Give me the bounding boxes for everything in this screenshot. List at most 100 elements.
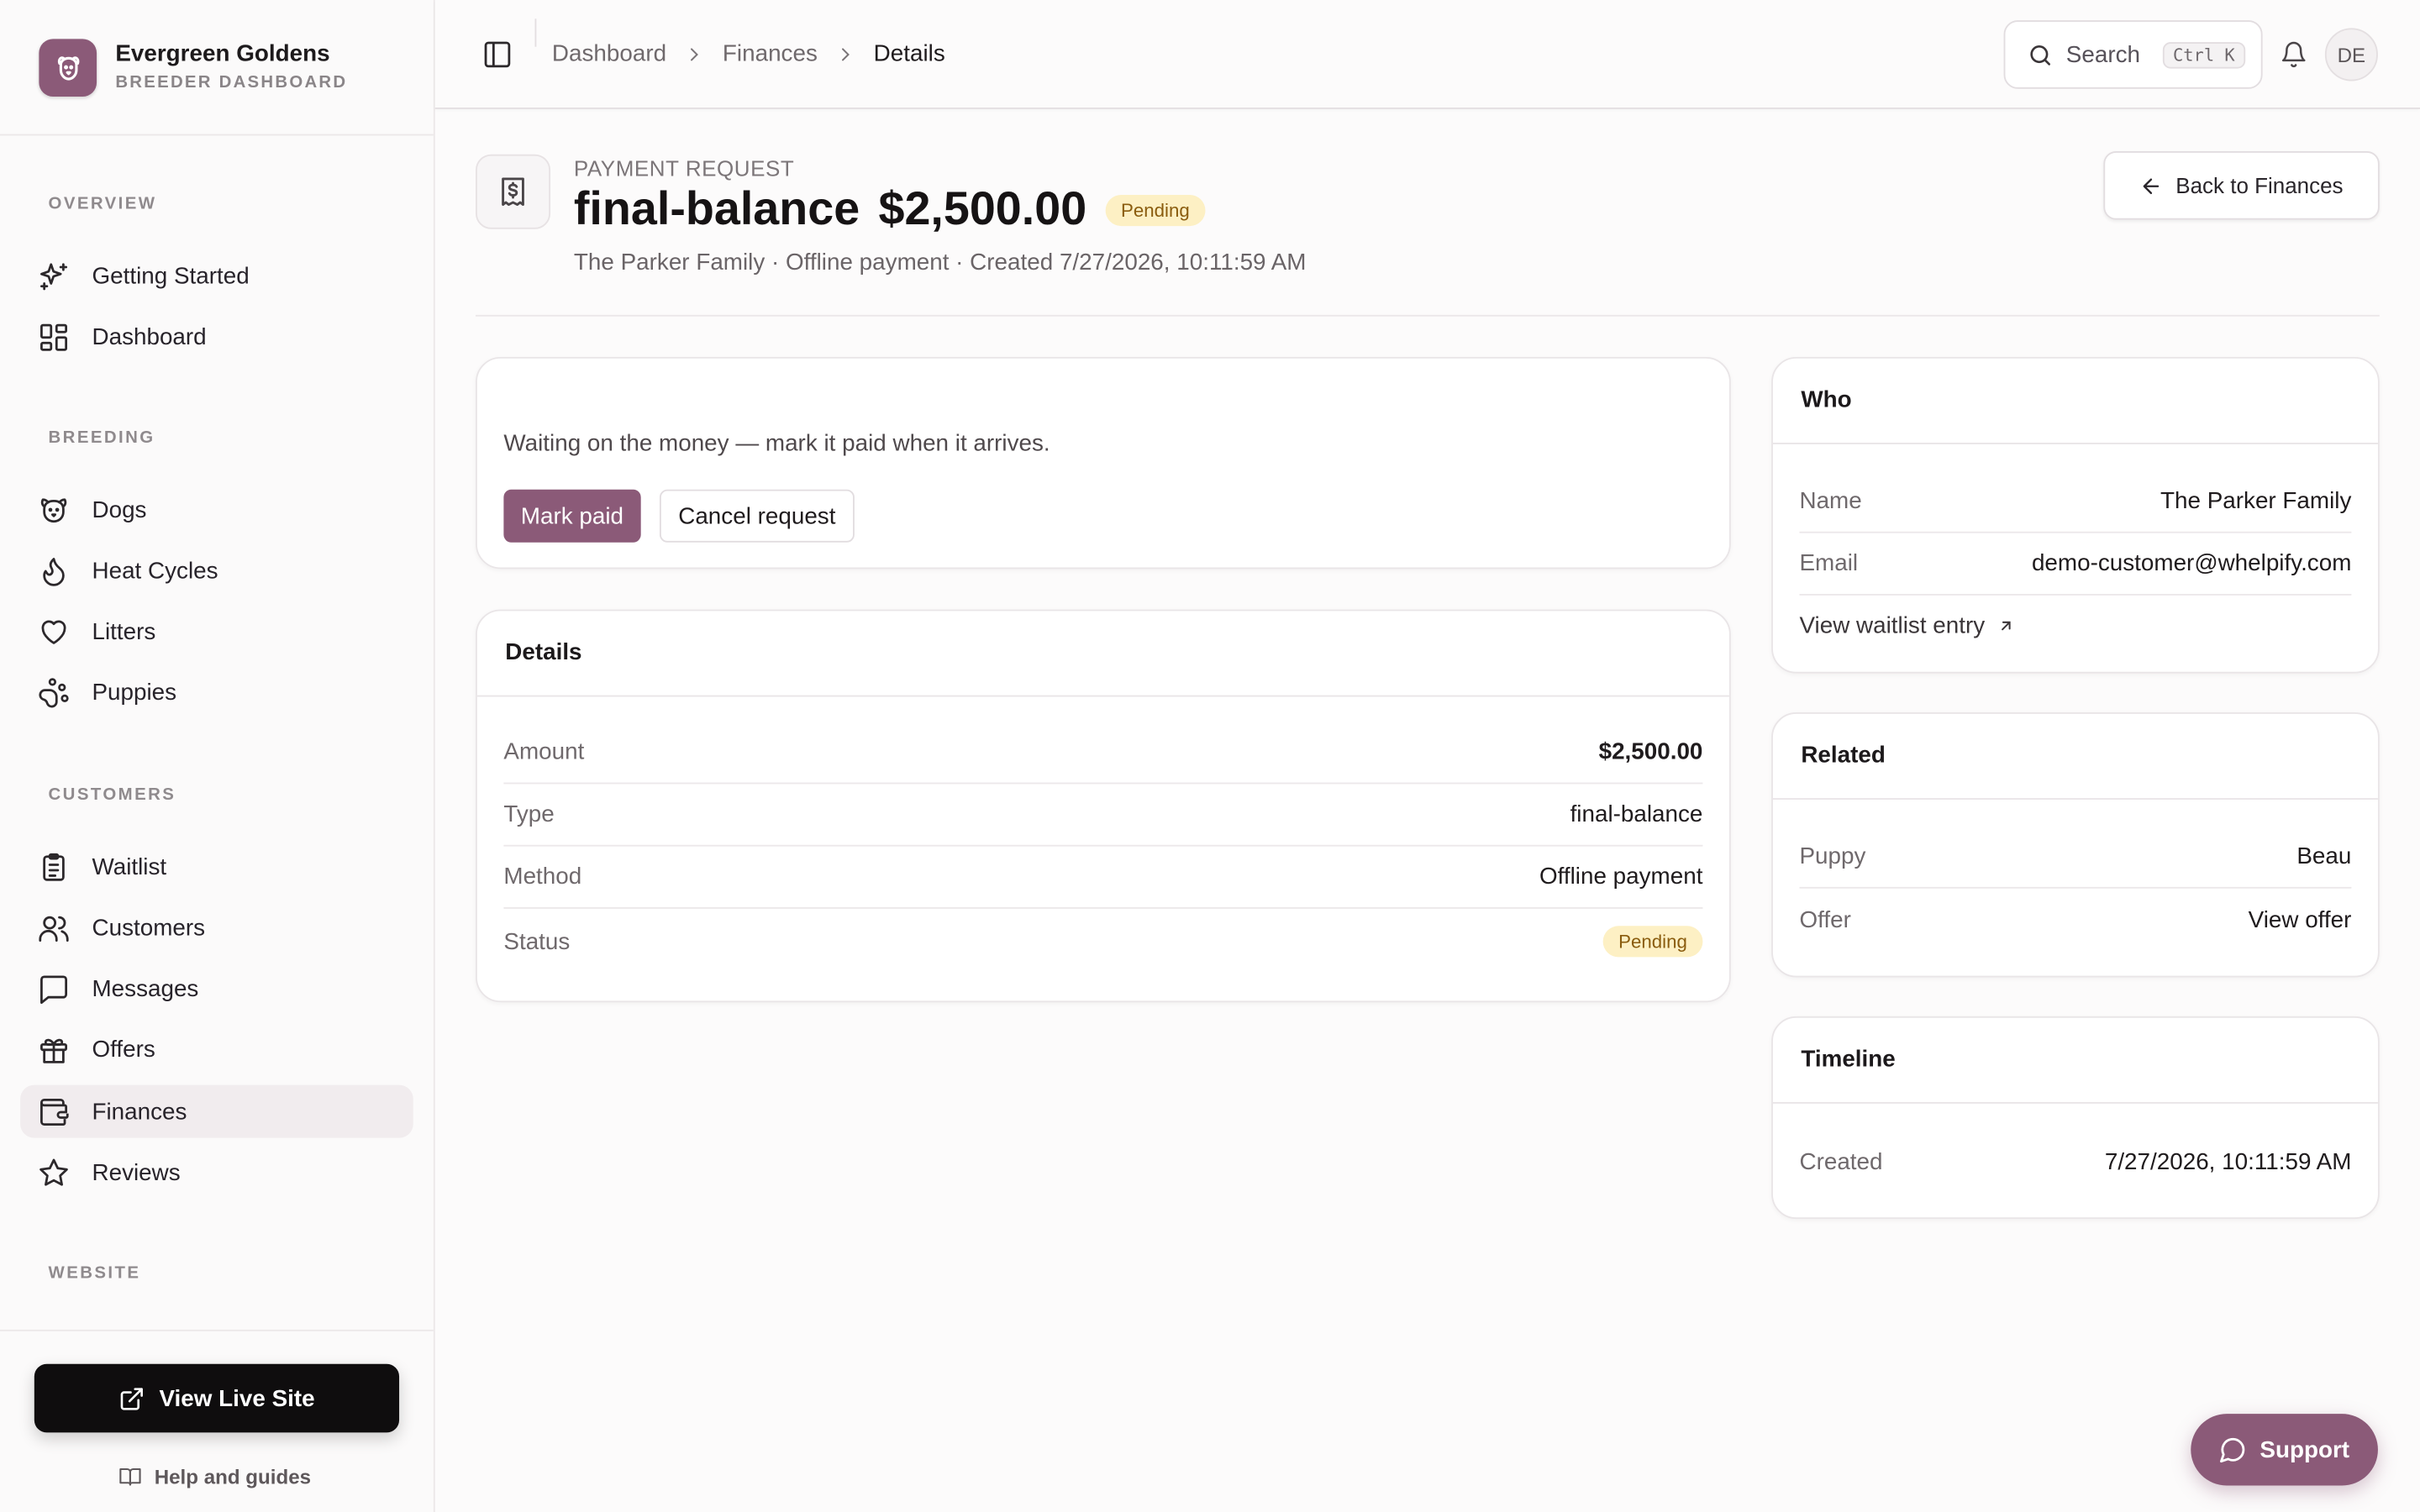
card-title: Timeline [1801,1046,1896,1073]
who-row-email: Email demo-customer@whelpify.com [1799,533,2352,596]
sidebar-item-finances[interactable]: Finances [20,1084,413,1138]
view-offer-link[interactable]: View offer [2249,906,2352,933]
sidebar-item-puppies[interactable]: Puppies [20,665,413,718]
sidebar-item-litters[interactable]: Litters [20,605,413,658]
related-row-puppy: Puppy Beau [1799,827,2352,889]
sidebar-item-waitlist[interactable]: Waitlist [20,840,413,893]
breadcrumb-details: Details [873,40,945,67]
related-row-offer: Offer View offer [1799,889,2351,951]
detail-value: final-balance [1570,801,1703,828]
related-key: Offer [1799,906,1851,933]
topbar: Dashboard Finances Details Search Ctrl K… [434,0,2420,109]
brand-header: Evergreen Goldens BREEDER DASHBOARD [0,0,434,136]
arrow-up-right-icon [1997,617,2014,634]
message-circle-icon [2219,1436,2247,1463]
sidebar-item-dashboard[interactable]: Dashboard [20,310,413,363]
divider [534,18,537,47]
timeline-row-created: Created 7/27/2026, 10:11:59 AM [1799,1130,2351,1192]
page-title-row: final-balance $2,500.00 Pending [574,183,1206,237]
sidebar-item-label: Dogs [92,496,147,524]
card-header: Related [1772,714,2378,800]
star-icon [38,1157,71,1189]
who-card: Who Name The Parker Family Email demo-cu… [1771,356,2380,674]
who-value: The Parker Family [2160,487,2352,515]
sparkles-icon [38,260,71,293]
breadcrumb: Dashboard Finances Details [552,40,945,67]
avatar[interactable]: DE [2324,28,2378,81]
search-placeholder: Search [2065,41,2141,68]
sidebar-item-label: Dashboard [92,323,207,351]
message-square-icon [38,973,71,1005]
card-header: Details [476,611,1729,697]
divider [475,314,2380,317]
arrow-left-icon [2140,174,2164,197]
wallet-icon [38,1096,71,1129]
sidebar-item-heat-cycles[interactable]: Heat Cycles [20,544,413,597]
timeline-card: Timeline Created 7/27/2026, 10:11:59 AM [1771,1016,2380,1220]
bell-icon[interactable] [2280,39,2307,70]
brand-name: Evergreen Goldens [115,40,330,67]
section-label-breeding: BREEDING [48,428,155,448]
timeline-value: 7/27/2026, 10:11:59 AM [2104,1147,2352,1175]
details-card: Details Amount $2,500.00 Type final-bala… [475,609,1731,1003]
view-waitlist-entry-link[interactable]: View waitlist entry [1799,612,2014,639]
page-subtitle: The Parker Family · Offline payment · Cr… [573,249,1307,276]
sidebar-item-dogs[interactable]: Dogs [20,483,413,536]
detail-key: Method [503,864,582,890]
search-shortcut: Ctrl K [2161,41,2246,68]
card-title: Who [1801,386,1852,413]
help-and-guides-link[interactable]: Help and guides [118,1465,311,1488]
receipt-icon [475,154,551,229]
page-amount: $2,500.00 [878,183,1087,236]
sidebar-item-reviews[interactable]: Reviews [20,1146,413,1199]
external-link-icon [118,1385,145,1412]
sidebar-item-label: Messages [92,975,199,1003]
cancel-request-button[interactable]: Cancel request [659,489,855,543]
book-open-icon [118,1465,142,1488]
sidebar-item-label: Reviews [92,1159,181,1187]
back-label: Back to Finances [2175,172,2344,198]
sidebar-item-label: Customers [92,915,206,942]
gift-icon [38,1033,71,1066]
section-label-overview: OVERVIEW [48,194,157,214]
related-card: Related Puppy Beau Offer View offer [1771,712,2380,978]
action-card: Waiting on the money — mark it paid when… [475,356,1731,570]
sidebar-item-label: Offers [92,1037,155,1063]
sidebar-item-label: Waitlist [92,853,167,881]
who-row-name: Name The Parker Family [1799,470,2352,533]
detail-key: Status [503,928,571,955]
detail-row-status: Status Pending [503,911,1703,973]
detail-value: $2,500.00 [1598,738,1703,766]
back-to-finances-button[interactable]: Back to Finances [2103,151,2380,220]
detail-key: Amount [503,738,585,766]
breadcrumb-dashboard[interactable]: Dashboard [552,40,666,67]
help-label: Help and guides [154,1465,312,1489]
sidebar-item-getting-started[interactable]: Getting Started [20,249,413,302]
chevron-right-icon [685,45,703,63]
breadcrumb-finances[interactable]: Finances [723,40,818,67]
view-live-site-button[interactable]: View Live Site [34,1363,400,1433]
card-title: Details [505,638,582,666]
action-message: Waiting on the money — mark it paid when… [503,430,1050,457]
card-header: Who [1772,359,2378,444]
status-badge: Pending [1105,194,1206,227]
sidebar-item-offers[interactable]: Offers [20,1022,413,1075]
section-label-customers: CUSTOMERS [48,785,176,805]
view-live-site-label: View Live Site [159,1384,315,1412]
paw-logo-icon[interactable] [39,39,97,97]
sidebar-item-label: Getting Started [92,263,250,291]
sidebar-item-customers[interactable]: Customers [20,901,413,954]
clipboard-list-icon [38,851,71,884]
search-input[interactable]: Search Ctrl K [2003,20,2263,89]
section-label-website: WEBSITE [48,1263,141,1284]
support-button[interactable]: Support [2191,1414,2378,1486]
sidebar-item-label: Finances [92,1099,187,1126]
who-value[interactable]: demo-customer@whelpify.com [2032,550,2351,577]
divider [0,1329,434,1331]
mark-paid-button[interactable]: Mark paid [503,489,641,543]
sidebar-item-messages[interactable]: Messages [20,962,413,1015]
sidebar-toggle-icon[interactable] [481,39,513,70]
related-value-puppy-link[interactable]: Beau [2296,843,2351,870]
sidebar-item-label: Litters [92,618,156,646]
sidebar-item-label: Heat Cycles [92,558,218,585]
